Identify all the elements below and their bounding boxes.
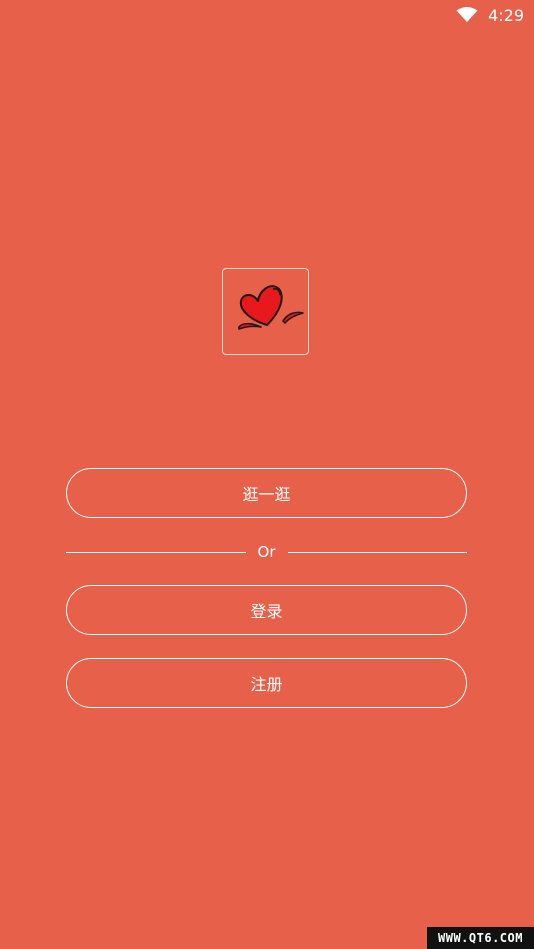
browse-button[interactable]: 逛一逛 [66, 468, 467, 518]
divider-label: Or [257, 543, 276, 561]
divider-line-left [66, 551, 246, 553]
divider-line-right [287, 551, 468, 553]
status-time: 4:29 [488, 5, 524, 25]
welcome-screen: 4:29 逛一逛 Or 登录 注册 WWW.QT6.COM [0, 0, 534, 949]
app-logo [222, 268, 309, 355]
login-button[interactable]: 登录 [66, 585, 467, 635]
or-divider: Or [66, 540, 468, 564]
status-bar: 4:29 [456, 0, 534, 30]
wifi-icon [456, 7, 478, 23]
heart-icon [238, 285, 304, 330]
site-watermark: WWW.QT6.COM [427, 927, 534, 949]
register-button[interactable]: 注册 [66, 658, 467, 708]
